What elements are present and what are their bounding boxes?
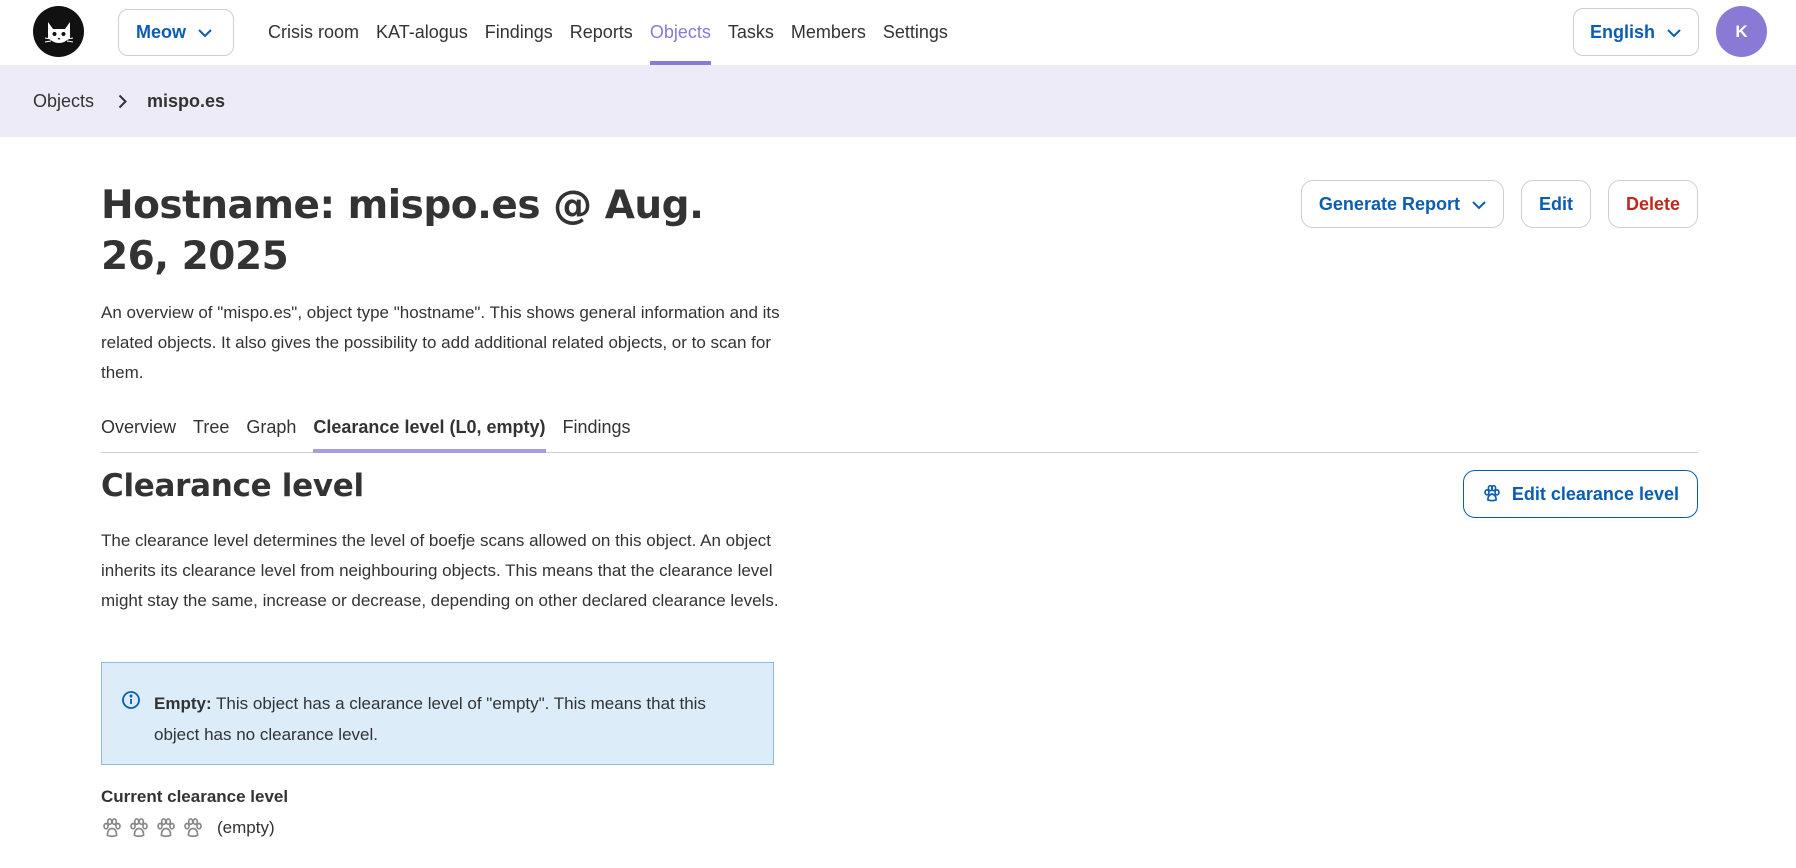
nav-katalogus[interactable]: KAT-alogus	[376, 0, 468, 65]
paw-icon	[1482, 484, 1502, 504]
language-label: English	[1590, 21, 1656, 42]
nav-settings[interactable]: Settings	[883, 0, 948, 65]
cat-logo-icon[interactable]	[33, 6, 84, 57]
nav-members[interactable]: Members	[791, 0, 866, 65]
main-nav: Crisis room KAT-alogus Findings Reports …	[268, 0, 965, 65]
organization-select[interactable]: Meow	[118, 9, 234, 56]
breadcrumb-current: mispo.es	[147, 90, 226, 111]
nav-reports[interactable]: Reports	[570, 0, 633, 65]
notice-title: Empty:	[154, 694, 212, 713]
delete-button[interactable]: Delete	[1607, 180, 1698, 228]
paw-icon	[182, 817, 204, 839]
tab-overview[interactable]: Overview	[101, 406, 176, 453]
notice-body: This object has a clearance level of "em…	[154, 694, 706, 744]
tab-clearance-level[interactable]: Clearance level (L0, empty)	[313, 406, 546, 453]
chevron-down-icon	[198, 22, 212, 43]
paw-icon	[128, 817, 150, 839]
tab-findings[interactable]: Findings	[563, 406, 631, 453]
section-title: Clearance level	[101, 468, 364, 504]
generate-report-label: Generate Report	[1318, 193, 1460, 214]
nav-tasks[interactable]: Tasks	[728, 0, 774, 65]
clearance-description: The clearance level determines the level…	[101, 531, 779, 610]
notice-text: Empty: This object has a clearance level…	[154, 694, 706, 744]
paw-icon	[155, 817, 177, 839]
breadcrumb-objects[interactable]: Objects	[33, 91, 94, 112]
chevron-down-icon	[1667, 22, 1681, 43]
nav-objects[interactable]: Objects	[649, 0, 711, 65]
language-select[interactable]: English	[1573, 8, 1699, 56]
breadcrumb: Objects mispo.es	[0, 65, 1796, 137]
generate-report-button[interactable]: Generate Report	[1300, 180, 1504, 228]
clearance-level-indicator: (empty)	[101, 817, 275, 839]
page-description: An overview of "mispo.es", object type "…	[101, 303, 780, 382]
paw-icon	[101, 817, 123, 839]
nav-crisis-room[interactable]: Crisis room	[268, 0, 359, 65]
info-icon	[121, 690, 141, 710]
tab-graph[interactable]: Graph	[246, 406, 296, 453]
user-avatar[interactable]: K	[1716, 6, 1767, 57]
edit-clearance-level-button[interactable]: Edit clearance level	[1462, 470, 1698, 518]
page-title: Hostname: mispo.es @ Aug. 26, 2025	[101, 183, 704, 279]
chevron-right-icon	[118, 94, 127, 109]
current-clearance-label: Current clearance level	[101, 787, 289, 806]
current-clearance-value: (empty)	[217, 818, 275, 837]
chevron-down-icon	[1472, 194, 1486, 215]
top-navigation: Meow Crisis room KAT-alogus Findings Rep…	[0, 0, 1796, 65]
nav-findings[interactable]: Findings	[485, 0, 553, 65]
organization-name: Meow	[136, 22, 187, 42]
tab-tree[interactable]: Tree	[193, 406, 229, 453]
edit-clearance-level-label: Edit clearance level	[1511, 483, 1679, 504]
page-actions: Generate Report Edit Delete	[1300, 180, 1698, 228]
object-tabs: Overview Tree Graph Clearance level (L0,…	[101, 406, 1698, 453]
edit-button[interactable]: Edit	[1520, 180, 1591, 228]
empty-clearance-notice: Empty: This object has a clearance level…	[101, 662, 774, 765]
